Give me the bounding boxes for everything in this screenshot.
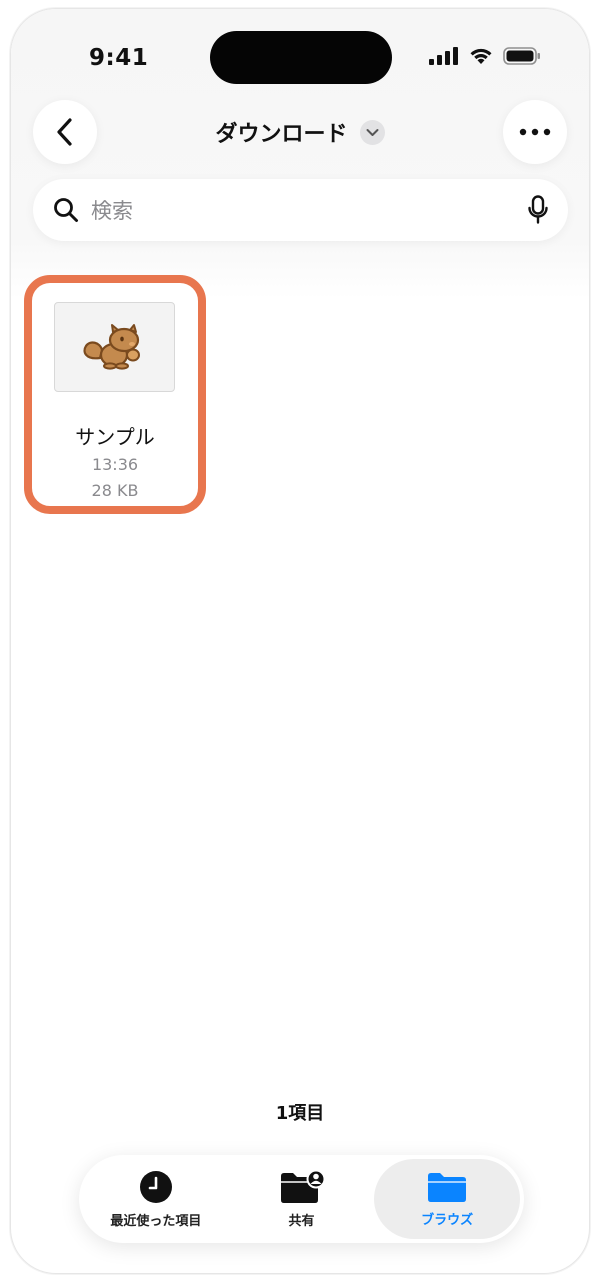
- file-time: 13:36: [91, 455, 139, 474]
- cellular-signal-icon: [429, 47, 458, 65]
- item-count: 1項目: [275, 1103, 325, 1124]
- chevron-down-icon: [366, 128, 378, 136]
- ellipsis-icon: [519, 128, 551, 136]
- status-icons: [429, 47, 541, 65]
- search-placeholder: 検索: [91, 199, 133, 223]
- tab-recents[interactable]: 最近使った項目: [83, 1159, 229, 1239]
- squirrel-illustration: [82, 324, 140, 370]
- file-thumbnail: [54, 302, 175, 392]
- shared-folder-icon: [280, 1169, 325, 1203]
- microphone-icon[interactable]: [528, 195, 548, 225]
- more-button[interactable]: [503, 100, 567, 164]
- tab-browse-label: ブラウズ: [421, 1212, 474, 1228]
- clock-icon: [139, 1170, 172, 1203]
- tab-browse[interactable]: ブラウズ: [374, 1159, 521, 1239]
- battery-icon: [503, 47, 540, 65]
- page-title: ダウンロード: [215, 122, 348, 147]
- search-icon: [54, 198, 78, 222]
- tab-bar: 最近使った項目 共有 ブラウズ: [79, 1155, 524, 1243]
- tab-shared[interactable]: 共有: [229, 1159, 375, 1239]
- file-name: サンプル: [75, 425, 155, 449]
- tab-shared-label: 共有: [288, 1213, 315, 1229]
- folder-icon: [428, 1172, 467, 1202]
- tab-recents-label: 最近使った項目: [110, 1213, 202, 1229]
- title-menu-button[interactable]: [359, 119, 385, 145]
- wifi-icon: [470, 48, 492, 64]
- phone-frame: 9:41 ダウンロード 検索 サンプル 13:36 28 KB 1項目 最近使っ…: [10, 8, 590, 1274]
- dynamic-island: [210, 31, 392, 84]
- file-item[interactable]: サンプル 13:36 28 KB: [24, 275, 206, 514]
- file-size: 28 KB: [91, 481, 139, 500]
- search-field[interactable]: 検索: [33, 179, 568, 241]
- status-time: 9:41: [89, 45, 149, 71]
